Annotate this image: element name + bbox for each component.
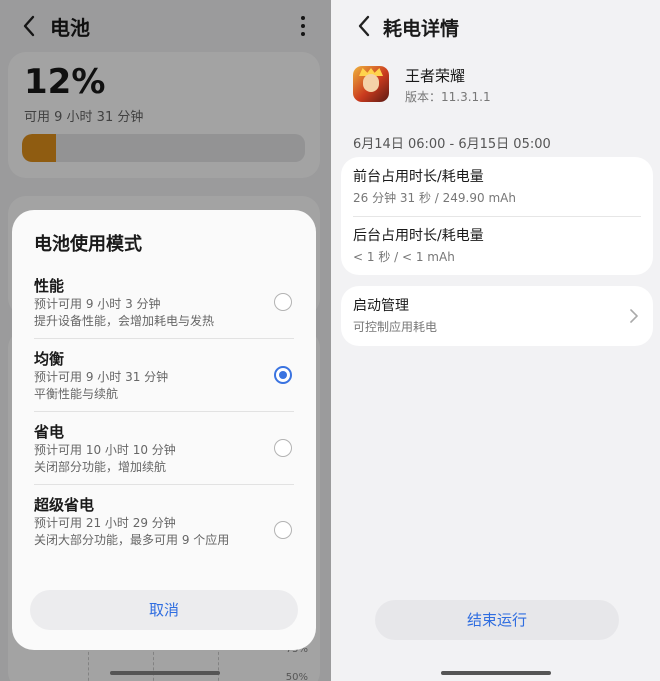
launch-management-desc: 可控制应用耗电	[353, 320, 438, 334]
dialog-title: 电池使用模式	[34, 234, 142, 255]
divider	[34, 484, 294, 485]
foreground-label: 前台占用时长/耗电量	[353, 169, 484, 185]
radio-button[interactable]	[274, 293, 292, 311]
option-name: 省电	[34, 423, 65, 441]
divider	[353, 216, 641, 217]
background-value: < 1 秒 / < 1 mAh	[353, 250, 455, 264]
mode-option-balanced[interactable]: 均衡 预计可用 9 小时 31 分钟 平衡性能与续航	[34, 349, 306, 403]
option-estimate: 预计可用 21 小时 29 分钟	[34, 516, 176, 530]
option-estimate: 预计可用 9 小时 3 分钟	[34, 297, 161, 311]
radio-button-selected[interactable]	[274, 366, 292, 384]
time-range: 6月14日 06:00 - 6月15日 05:00	[353, 137, 551, 152]
launch-management-label: 启动管理	[353, 298, 409, 314]
mode-option-performance[interactable]: 性能 预计可用 9 小时 3 分钟 提升设备性能，会增加耗电与发热	[34, 276, 306, 330]
option-description: 平衡性能与续航	[34, 387, 119, 401]
option-description: 关闭大部分功能，最多可用 9 个应用	[34, 533, 230, 547]
mode-option-super-saving[interactable]: 超级省电 预计可用 21 小时 29 分钟 关闭大部分功能，最多可用 9 个应用	[34, 495, 306, 549]
divider	[34, 338, 294, 339]
home-indicator[interactable]	[441, 671, 551, 675]
chevron-right-icon	[629, 308, 639, 323]
background-usage-row: 后台占用时长/耗电量 < 1 秒 / < 1 mAh	[353, 226, 641, 266]
radio-button[interactable]	[274, 521, 292, 539]
foreground-usage-row: 前台占用时长/耗电量 26 分钟 31 秒 / 249.90 mAh	[353, 167, 641, 207]
launch-management-row: 启动管理 可控制应用耗电	[353, 296, 641, 336]
option-estimate: 预计可用 9 小时 31 分钟	[34, 370, 169, 384]
option-description: 关闭部分功能，增加续航	[34, 460, 167, 474]
usage-card: 前台占用时长/耗电量 26 分钟 31 秒 / 249.90 mAh 后台占用时…	[341, 157, 653, 275]
app-icon	[353, 66, 389, 102]
hero-face-shape	[363, 74, 379, 92]
radio-button[interactable]	[274, 439, 292, 457]
launch-management-item[interactable]: 启动管理 可控制应用耗电	[341, 286, 653, 346]
mode-option-power-saving[interactable]: 省电 预计可用 10 小时 10 分钟 关闭部分功能，增加续航	[34, 422, 306, 476]
battery-mode-dialog: 电池使用模式 性能 预计可用 9 小时 3 分钟 提升设备性能，会增加耗电与发热…	[12, 210, 316, 650]
cancel-button[interactable]: 取消	[30, 590, 298, 630]
option-name: 性能	[34, 277, 65, 295]
option-name: 均衡	[34, 350, 65, 368]
option-estimate: 预计可用 10 小时 10 分钟	[34, 443, 176, 457]
battery-screen: 电池 12% 可用 9 小时 31 分钟 75% 50% 电池使用模式 性能 预…	[0, 0, 331, 681]
divider	[34, 411, 294, 412]
option-name: 超级省电	[34, 496, 95, 514]
app-version: 版本：11.3.1.1	[405, 90, 491, 104]
end-task-button[interactable]: 结束运行	[375, 600, 619, 640]
app-name: 王者荣耀	[405, 67, 466, 85]
background-label: 后台占用时长/耗电量	[353, 228, 484, 244]
foreground-value: 26 分钟 31 秒 / 249.90 mAh	[353, 191, 516, 205]
option-description: 提升设备性能，会增加耗电与发热	[34, 314, 215, 328]
home-indicator[interactable]	[110, 671, 220, 675]
power-details-screen: 耗电详情 王者荣耀 版本：11.3.1.1 6月14日 06:00 - 6月15…	[331, 0, 660, 681]
page-title: 耗电详情	[383, 18, 460, 40]
back-arrow-icon[interactable]	[355, 14, 375, 38]
